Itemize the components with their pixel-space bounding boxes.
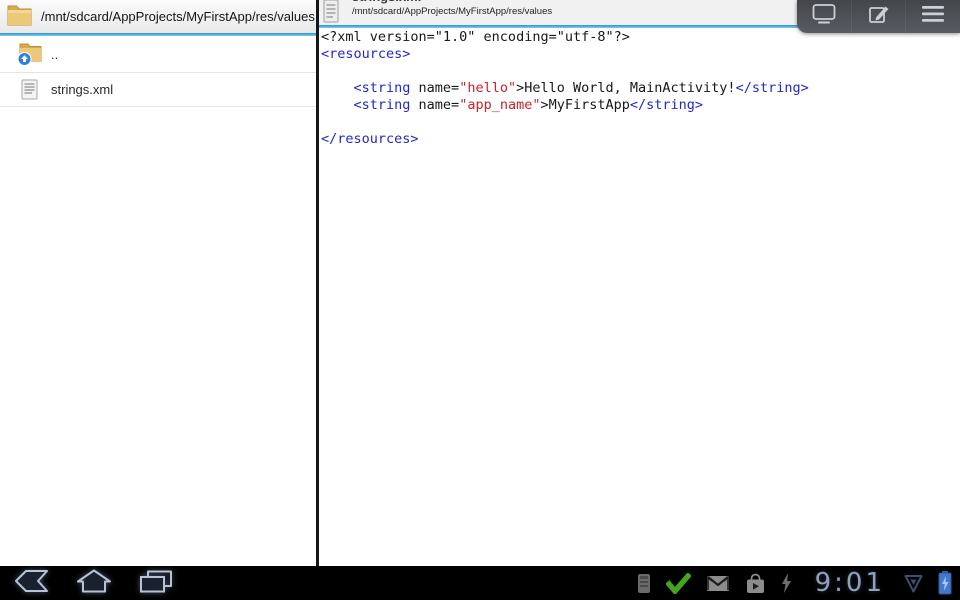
path-bar: /mnt/sdcard/AppProjects/MyFirstApp/res/v… bbox=[0, 0, 316, 33]
edit-button[interactable] bbox=[851, 0, 906, 33]
battery-icon bbox=[938, 571, 952, 595]
home-icon bbox=[75, 568, 113, 599]
code-line: <string name="app_name">MyFirstApp</stri… bbox=[321, 97, 960, 114]
status-cluster[interactable]: 9:01 bbox=[637, 568, 952, 598]
display-icon bbox=[811, 2, 837, 31]
file-row-parent-dir[interactable]: .. bbox=[0, 36, 316, 73]
recents-button[interactable] bbox=[136, 569, 176, 597]
file-row-strings-xml[interactable]: strings.xml bbox=[0, 73, 316, 107]
clock[interactable]: 9:01 bbox=[815, 568, 885, 598]
check-icon bbox=[666, 573, 691, 594]
back-button[interactable] bbox=[12, 569, 52, 597]
xml-file-icon bbox=[15, 79, 43, 100]
main-content: /mnt/sdcard/AppProjects/MyFirstApp/res/v… bbox=[0, 0, 960, 566]
code-line: </resources> bbox=[321, 131, 960, 148]
edit-icon bbox=[867, 2, 891, 31]
menu-button[interactable] bbox=[905, 0, 960, 33]
current-path: /mnt/sdcard/AppProjects/MyFirstApp/res/v… bbox=[41, 9, 315, 24]
file-list: .. strings. bbox=[0, 36, 316, 107]
screen: /mnt/sdcard/AppProjects/MyFirstApp/res/v… bbox=[0, 0, 960, 600]
file-browser-panel: /mnt/sdcard/AppProjects/MyFirstApp/res/v… bbox=[0, 0, 316, 566]
editor-file-title: strings.xml bbox=[352, 0, 421, 4]
menu-icon bbox=[921, 3, 945, 30]
system-bar: 9:01 bbox=[0, 566, 960, 600]
code-area[interactable]: <?xml version="1.0" encoding="utf-8"?><r… bbox=[319, 28, 960, 148]
home-button[interactable] bbox=[74, 569, 114, 597]
display-button[interactable] bbox=[797, 0, 851, 33]
market-icon bbox=[745, 573, 766, 594]
nav-cluster bbox=[12, 569, 176, 597]
back-icon bbox=[13, 568, 51, 599]
file-label: strings.xml bbox=[51, 82, 113, 97]
editor-file-path: /mnt/sdcard/AppProjects/MyFirstApp/res/v… bbox=[352, 6, 552, 17]
code-line bbox=[321, 63, 960, 80]
charging-icon bbox=[781, 573, 792, 593]
file-label: .. bbox=[51, 47, 58, 62]
folder-up-icon bbox=[15, 42, 43, 67]
usb-icon bbox=[637, 573, 651, 594]
document-icon bbox=[323, 0, 339, 25]
editor-panel: strings.xml /mnt/sdcard/AppProjects/MyFi… bbox=[319, 0, 960, 566]
recents-icon bbox=[138, 568, 174, 599]
folder-icon bbox=[7, 3, 32, 31]
action-toolbar bbox=[797, 0, 960, 33]
signal-icon bbox=[904, 574, 923, 593]
code-line: <resources> bbox=[321, 46, 960, 63]
code-line: <string name="hello">Hello World, MainAc… bbox=[321, 80, 960, 97]
code-line bbox=[321, 114, 960, 131]
gmail-icon bbox=[706, 575, 730, 592]
